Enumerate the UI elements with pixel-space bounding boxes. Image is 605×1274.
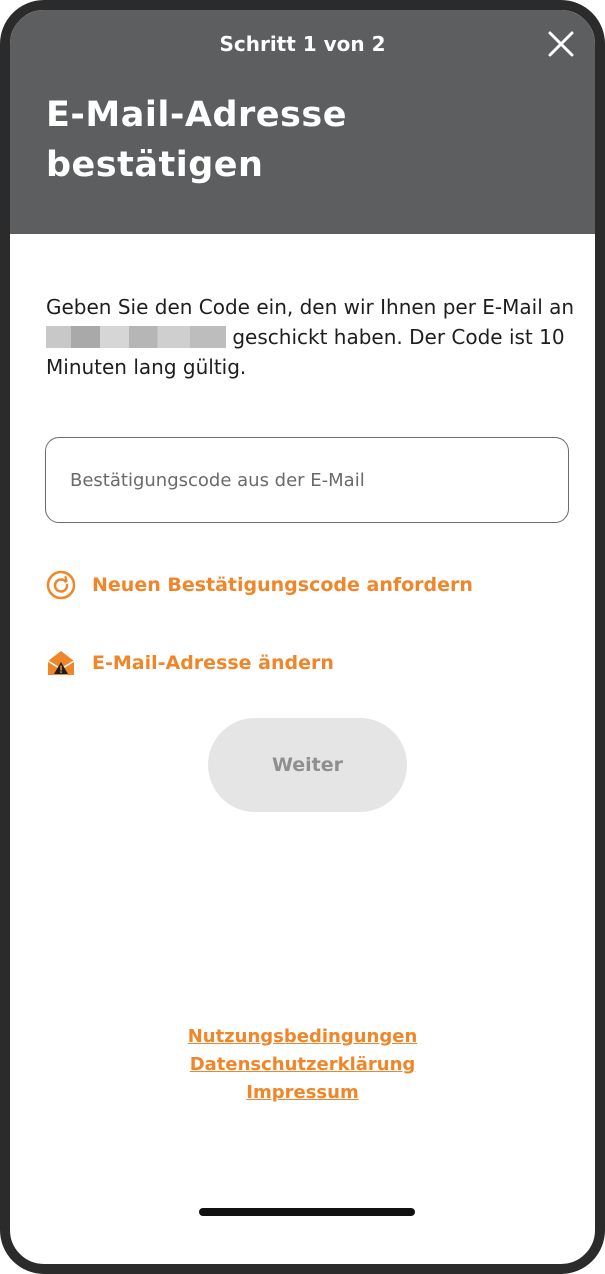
- instructions-text: Geben Sie den Code ein, den wir Ihnen pe…: [46, 292, 581, 382]
- close-button[interactable]: [545, 28, 577, 60]
- instructions-text-before: Geben Sie den Code ein, den wir Ihnen pe…: [46, 295, 575, 319]
- home-indicator: [199, 1208, 415, 1216]
- step-indicator: Schritt 1 von 2: [219, 32, 386, 56]
- resend-code-label: Neuen Bestätigungscode anfordern: [92, 574, 473, 596]
- envelope-alert-icon: [47, 651, 75, 675]
- privacy-link[interactable]: Datenschutzerklärung: [10, 1051, 595, 1079]
- header: Schritt 1 von 2 E-Mail-Adresse bestätige…: [10, 10, 595, 234]
- verification-code-input[interactable]: [45, 437, 569, 523]
- page-title: E-Mail-Adresse bestätigen: [46, 95, 347, 185]
- phone-frame: Schritt 1 von 2 E-Mail-Adresse bestätige…: [0, 0, 605, 1274]
- change-email-label: E-Mail-Adresse ändern: [92, 652, 334, 674]
- continue-button[interactable]: Weiter: [208, 718, 407, 812]
- resend-code-link[interactable]: Neuen Bestätigungscode anfordern: [46, 570, 473, 600]
- change-email-link[interactable]: E-Mail-Adresse ändern: [46, 648, 334, 678]
- refresh-icon: [46, 570, 76, 600]
- imprint-link[interactable]: Impressum: [10, 1079, 595, 1107]
- terms-link[interactable]: Nutzungsbedingungen: [10, 1023, 595, 1051]
- close-icon: [548, 31, 574, 57]
- footer-links: Nutzungsbedingungen Datenschutzerklärung…: [10, 1023, 595, 1107]
- redacted-email: [46, 326, 226, 348]
